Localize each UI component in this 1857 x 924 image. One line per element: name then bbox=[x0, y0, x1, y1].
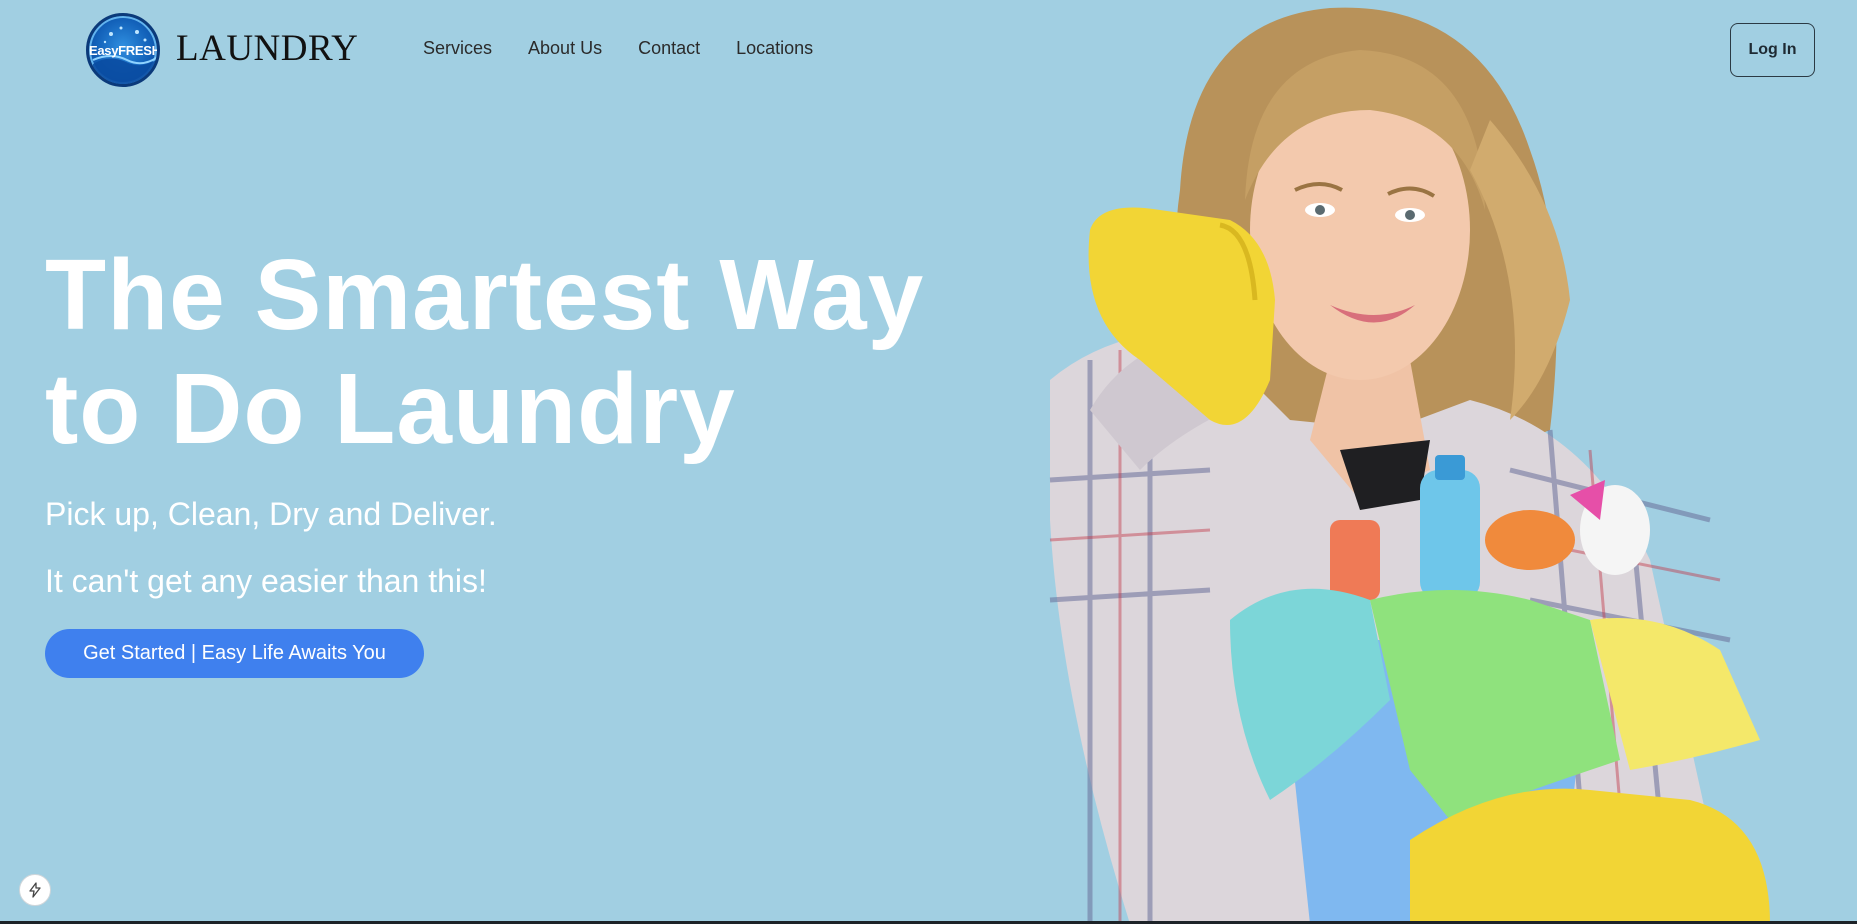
nav-item-services[interactable]: Services bbox=[423, 38, 492, 59]
get-started-button[interactable]: Get Started | Easy Life Awaits You bbox=[45, 629, 424, 678]
hero-title-line1: The Smartest Way bbox=[45, 239, 925, 351]
nav-item-contact[interactable]: Contact bbox=[638, 38, 700, 59]
main-nav: Services About Us Contact Locations bbox=[423, 38, 849, 59]
floating-action-button[interactable] bbox=[19, 874, 51, 906]
hero-subtitle-2: It can't get any easier than this! bbox=[45, 563, 487, 599]
hero-title: The Smartest Way to Do Laundry bbox=[45, 238, 1045, 466]
brand-wordmark[interactable]: LAUNDRY bbox=[176, 27, 358, 70]
brand-logo-badge[interactable]: EasyFRESH bbox=[86, 13, 160, 87]
hero-photo bbox=[1049, 7, 1770, 924]
nav-item-locations[interactable]: Locations bbox=[736, 38, 813, 59]
blue-bottle bbox=[1420, 470, 1480, 600]
brand-badge-text: EasyFRESH bbox=[89, 43, 160, 58]
nav-item-about-us[interactable]: About Us bbox=[528, 38, 602, 59]
hero-subtitle-1: Pick up, Clean, Dry and Deliver. bbox=[45, 496, 497, 532]
orange-bottle bbox=[1330, 520, 1380, 600]
lightning-bolt-icon bbox=[29, 882, 41, 898]
hero-title-line2: to Do Laundry bbox=[45, 353, 736, 465]
